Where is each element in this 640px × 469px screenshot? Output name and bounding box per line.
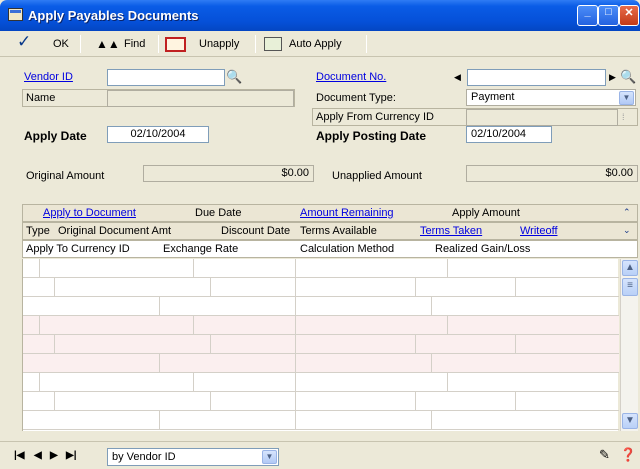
ok-button[interactable]: OK xyxy=(53,36,69,53)
maximize-button[interactable]: □ xyxy=(598,5,619,26)
table-row[interactable] xyxy=(23,411,619,430)
table-row[interactable] xyxy=(23,278,619,297)
unapplied-amount-field: $0.00 xyxy=(466,165,638,182)
chevron-down-icon[interactable]: ▼ xyxy=(262,450,277,464)
col-amount-remaining[interactable]: Amount Remaining xyxy=(300,207,394,219)
col-apply-to-currency-id: Apply To Currency ID xyxy=(26,243,130,255)
table-row[interactable] xyxy=(23,373,619,392)
col-discount-date: Discount Date xyxy=(221,225,291,237)
currency-expand-icon[interactable]: ⁞ xyxy=(622,109,625,126)
sort-by-value: by Vendor ID xyxy=(112,451,176,463)
col-realized-gain-loss: Realized Gain/Loss xyxy=(435,243,531,255)
auto-apply-button[interactable]: Auto Apply xyxy=(289,36,342,53)
table-row[interactable] xyxy=(23,335,619,354)
col-calculation-method: Calculation Method xyxy=(300,243,395,255)
name-field xyxy=(107,90,294,107)
original-amount-label: Original Amount xyxy=(26,170,105,182)
next-record-icon[interactable]: ▶ xyxy=(50,450,58,461)
apply-date-input[interactable]: 02/10/2004 xyxy=(107,126,209,143)
document-type-label: Document Type: xyxy=(316,92,396,104)
vendor-id-label[interactable]: Vendor ID xyxy=(24,69,73,86)
table-row[interactable] xyxy=(23,297,619,316)
col-original-document-amt: Original Document Amt xyxy=(58,225,172,237)
grid-header-row-3: Apply To Currency ID Exchange Rate Calcu… xyxy=(22,240,638,258)
unapply-icon[interactable] xyxy=(165,37,186,52)
window-title: Apply Payables Documents xyxy=(28,8,199,23)
auto-apply-icon[interactable] xyxy=(264,37,282,51)
name-label: Name xyxy=(26,92,56,104)
document-lookup-icon[interactable]: 🔍 xyxy=(620,68,636,85)
scroll-down-icon[interactable]: ▼ xyxy=(622,413,638,429)
document-type-value: Payment xyxy=(471,91,515,103)
apply-posting-date-label: Apply Posting Date xyxy=(316,129,427,143)
sort-by-select[interactable]: by Vendor ID ▼ xyxy=(107,448,279,466)
collapse-up-icon[interactable]: ⌃ xyxy=(623,207,631,218)
col-terms-taken[interactable]: Terms Taken xyxy=(420,225,482,237)
vendor-lookup-icon[interactable]: 🔍 xyxy=(226,68,242,85)
document-no-input[interactable] xyxy=(467,69,606,86)
first-record-icon[interactable]: |◀ xyxy=(14,450,25,461)
note-icon[interactable]: ✎ xyxy=(599,447,610,463)
table-row[interactable] xyxy=(23,354,619,373)
minimize-button[interactable]: _ xyxy=(577,5,598,26)
document-no-label[interactable]: Document No. xyxy=(316,69,386,86)
grid-body xyxy=(22,259,619,431)
unapply-button[interactable]: Unapply xyxy=(199,36,239,53)
col-type: Type xyxy=(26,225,50,237)
close-button[interactable]: ✕ xyxy=(619,5,639,26)
col-exchange-rate: Exchange Rate xyxy=(163,243,239,255)
grid-scrollbar[interactable]: ▲ ≡ ▼ xyxy=(620,259,638,431)
previous-record-icon[interactable]: ◀ xyxy=(34,450,42,461)
table-row[interactable] xyxy=(23,259,619,278)
bottom-bar: |◀ ◀ ▶ ▶| by Vendor ID ▼ ✎ ❓ xyxy=(0,441,640,469)
checkmark-icon[interactable]: ✓ xyxy=(17,33,31,50)
table-row[interactable] xyxy=(23,316,619,335)
window-app-icon xyxy=(8,8,23,21)
vendor-id-input[interactable] xyxy=(107,69,225,86)
grid-header-row-2: Type Original Document Amt Discount Date… xyxy=(22,222,638,240)
last-record-icon[interactable]: ▶| xyxy=(66,450,77,461)
binoculars-icon[interactable]: ▲▲ xyxy=(96,36,120,53)
col-apply-to-document[interactable]: Apply to Document xyxy=(43,207,136,219)
apply-from-currency-label: Apply From Currency ID xyxy=(316,111,434,123)
document-next-icon[interactable]: ▶ xyxy=(609,69,616,86)
col-apply-amount: Apply Amount xyxy=(452,207,520,219)
table-row[interactable] xyxy=(23,392,619,411)
unapplied-amount-label: Unapplied Amount xyxy=(332,170,422,182)
apply-from-currency-field xyxy=(466,109,618,126)
col-writeoff[interactable]: Writeoff xyxy=(520,225,558,237)
original-amount-field: $0.00 xyxy=(143,165,314,182)
scroll-up-icon[interactable]: ▲ xyxy=(622,260,638,276)
col-due-date: Due Date xyxy=(195,207,242,219)
apply-date-label: Apply Date xyxy=(24,129,87,143)
toolbar: ✓ OK ▲▲ Find Unapply Auto Apply xyxy=(0,31,640,57)
help-icon[interactable]: ❓ xyxy=(620,447,636,463)
find-button[interactable]: Find xyxy=(124,36,145,53)
expand-down-icon[interactable]: ⌄ xyxy=(623,225,631,236)
scroll-thumb[interactable]: ≡ xyxy=(622,278,638,296)
title-bar: Apply Payables Documents _ □ ✕ xyxy=(0,0,640,31)
grid-header-row-1: Apply to Document Due Date Amount Remain… xyxy=(22,204,638,222)
chevron-down-icon[interactable]: ▼ xyxy=(619,91,634,105)
apply-posting-date-input[interactable]: 02/10/2004 xyxy=(466,126,552,143)
col-terms-available: Terms Available xyxy=(300,225,377,237)
document-prev-icon[interactable]: ◀ xyxy=(454,69,461,86)
document-type-select[interactable]: Payment ▼ xyxy=(466,89,636,106)
